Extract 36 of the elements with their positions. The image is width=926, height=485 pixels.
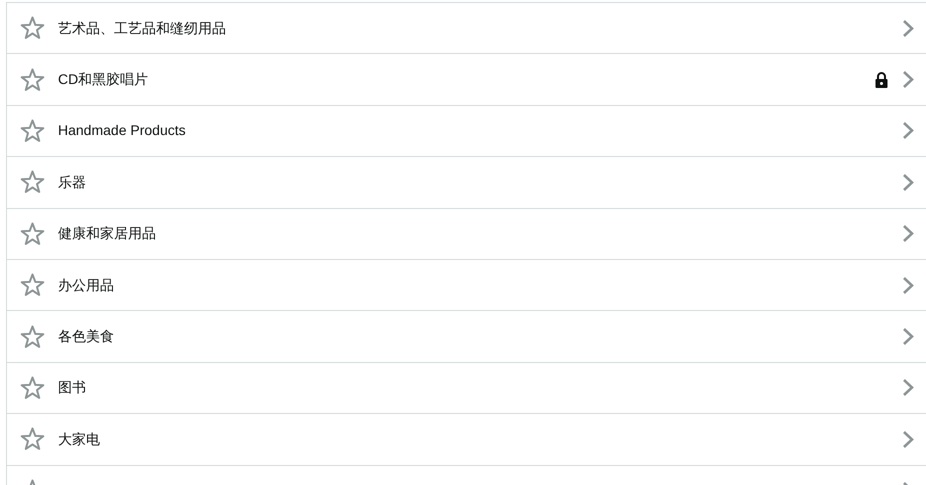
chevron-right-icon[interactable]	[902, 378, 914, 398]
star-icon[interactable]	[20, 170, 45, 194]
category-row[interactable]: 大家电	[7, 414, 926, 466]
category-label: 各色美食	[58, 327, 114, 346]
category-row[interactable]: 乐器	[7, 157, 926, 209]
chevron-right-icon[interactable]	[902, 224, 914, 244]
star-icon[interactable]	[20, 324, 45, 349]
chevron-right-icon[interactable]	[902, 327, 914, 346]
category-label: Handmade Products	[58, 121, 186, 140]
star-icon[interactable]	[20, 273, 45, 298]
chevron-right-icon[interactable]	[902, 430, 914, 449]
category-label: 办公用品	[58, 276, 114, 295]
star-icon[interactable]	[20, 16, 45, 40]
category-label: 健康和家居用品	[58, 224, 156, 244]
chevron-right-icon[interactable]	[902, 276, 914, 295]
category-row[interactable]: CD和黑胶唱片	[7, 54, 926, 106]
category-label: CD和黑胶唱片	[58, 70, 148, 90]
chevron-right-icon[interactable]	[902, 70, 914, 90]
category-row[interactable]: Handmade Products	[7, 106, 926, 158]
chevron-right-icon[interactable]	[902, 172, 914, 192]
category-row[interactable]: 艺术品、工艺品和缝纫用品	[7, 3, 926, 54]
category-label: 乐器	[58, 172, 86, 192]
star-icon[interactable]	[20, 427, 45, 452]
star-icon[interactable]	[20, 376, 45, 400]
star-icon[interactable]	[20, 68, 45, 92]
chevron-right-icon[interactable]	[902, 18, 914, 38]
category-row[interactable]: 各色美食	[7, 311, 926, 363]
category-label: 大家电	[58, 430, 100, 449]
category-label: 图书	[58, 378, 86, 398]
category-row[interactable]: 健康和家居用品	[7, 208, 926, 260]
chevron-right-icon[interactable]	[902, 121, 914, 140]
star-icon[interactable]	[20, 222, 45, 246]
star-icon[interactable]	[20, 118, 45, 143]
category-row[interactable]: 办公用品	[7, 260, 926, 312]
category-label: 艺术品、工艺品和缝纫用品	[58, 18, 226, 38]
category-row[interactable]: 图书	[7, 362, 926, 414]
